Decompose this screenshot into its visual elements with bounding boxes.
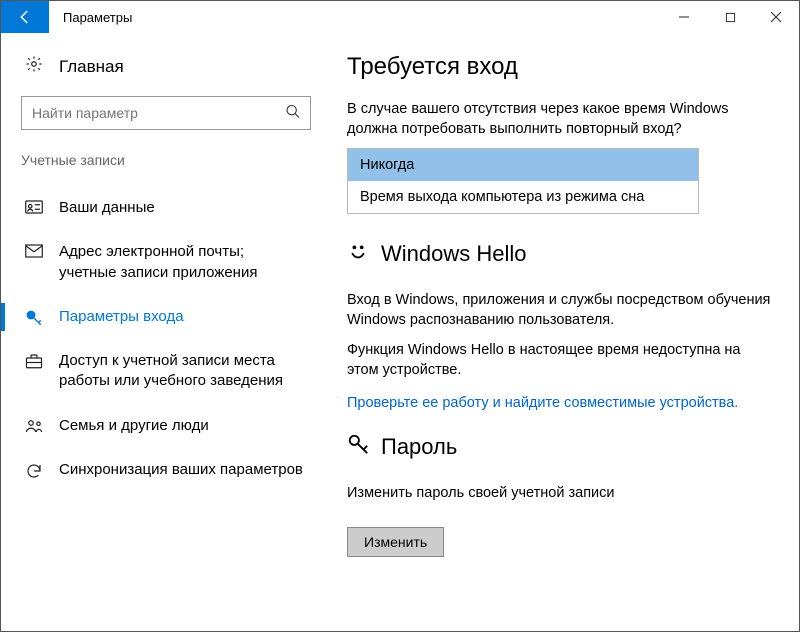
sidebar-item-label: Параметры входа [59, 307, 190, 327]
sidebar-item-label: Семья и другие люди [59, 416, 215, 436]
sidebar-item-label: Доступ к учетной записи места работы или… [59, 351, 311, 392]
sidebar-item-sync[interactable]: Синхронизация ваших параметров [1, 448, 331, 492]
sidebar-item-label: Ваши данные [59, 198, 161, 218]
email-icon [25, 244, 43, 258]
sidebar: Главная Учетные записи Ваши данные Адрес… [1, 33, 331, 631]
gear-icon [25, 55, 43, 78]
option-never[interactable]: Никогда [348, 149, 698, 181]
signin-timeout-select[interactable]: Никогда Время выхода компьютера из режим… [347, 148, 699, 214]
sidebar-item-signin-options[interactable]: Параметры входа [1, 295, 331, 339]
key-icon [347, 433, 369, 461]
change-password-button[interactable]: Изменить [347, 527, 444, 557]
signin-required-desc: В случае вашего отсутствия через какое в… [347, 99, 775, 140]
category-label: Учетные записи [1, 152, 331, 178]
sidebar-item-your-info[interactable]: Ваши данные [1, 186, 331, 230]
home-label: Главная [59, 57, 124, 77]
close-button[interactable] [753, 1, 799, 33]
smiley-icon [347, 240, 369, 268]
signin-required-title: Требуется вход [347, 53, 775, 81]
sidebar-item-work-access[interactable]: Доступ к учетной записи места работы или… [1, 339, 331, 404]
hello-title: Windows Hello [381, 241, 527, 267]
hello-compat-link[interactable]: Проверьте ее работу и найдите совместимы… [347, 395, 775, 411]
sidebar-item-label: Адрес электронной почты; учетные записи … [59, 242, 311, 283]
titlebar: Параметры [1, 1, 799, 33]
maximize-button[interactable] [707, 1, 753, 33]
minimize-button[interactable] [661, 1, 707, 33]
id-icon [25, 200, 43, 214]
back-button[interactable] [1, 1, 49, 33]
window-title: Параметры [49, 1, 661, 33]
option-on-wake[interactable]: Время выхода компьютера из режима сна [348, 181, 698, 213]
password-desc: Изменить пароль своей учетной записи [347, 483, 775, 503]
key-icon [25, 309, 43, 327]
content-pane: Требуется вход В случае вашего отсутстви… [331, 33, 799, 631]
sidebar-item-label: Синхронизация ваших параметров [59, 460, 309, 480]
sidebar-item-family[interactable]: Семья и другие люди [1, 404, 331, 448]
sidebar-item-email-accounts[interactable]: Адрес электронной почты; учетные записи … [1, 230, 331, 295]
search-input[interactable] [21, 96, 311, 130]
search-icon [285, 104, 301, 123]
home-button[interactable]: Главная [1, 49, 331, 96]
hello-desc: Вход в Windows, приложения и службы поср… [347, 290, 775, 331]
briefcase-icon [25, 353, 43, 369]
password-title: Пароль [381, 434, 457, 460]
hello-unavailable: Функция Windows Hello в настоящее время … [347, 340, 775, 381]
sync-icon [25, 462, 43, 480]
people-icon [25, 418, 43, 434]
search-box[interactable] [21, 96, 311, 130]
